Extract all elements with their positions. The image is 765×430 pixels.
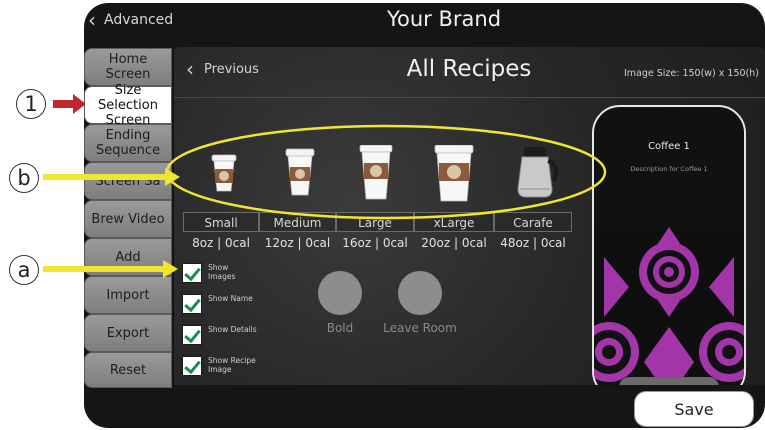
image-size-label: Image Size: 150(w) x 150(h) (623, 68, 759, 79)
checkbox-label: Show Details (208, 325, 257, 334)
small-cup-icon[interactable] (196, 145, 252, 205)
bold-button[interactable] (318, 271, 362, 315)
sidebar-item-label: Import (106, 287, 150, 303)
leave-room-button[interactable] (398, 271, 442, 315)
chevron-left-icon: ‹ (88, 8, 96, 32)
sidebar-item-label: Size Selection Screen (98, 82, 158, 128)
preview-coffee-name: Coffee 1 (648, 141, 690, 152)
size-name-xlarge[interactable]: xLarge (414, 212, 494, 232)
size-info-large: 16oz | 0cal (342, 236, 408, 250)
checkbox-label: Show Images (208, 263, 236, 281)
sidebar-item-label: Reset (109, 362, 147, 378)
brand-title: Your Brand (386, 7, 502, 31)
save-button[interactable]: Save (634, 391, 754, 427)
sidebar-item-label: Add (115, 249, 141, 265)
app-window: ‹ Advanced Your Brand Home Screen Size S… (84, 3, 765, 428)
size-name-large[interactable]: Large (336, 212, 414, 232)
back-label: Advanced (104, 12, 174, 28)
leave-room-label: Leave Room (383, 321, 457, 335)
xlarge-cup-icon[interactable] (426, 144, 482, 205)
sidebar-item-reset[interactable]: Reset (84, 352, 172, 388)
back-button[interactable]: ‹ Advanced (88, 10, 173, 30)
size-info-carafe: 48oz | 0cal (500, 236, 566, 250)
size-info-small: 8oz | 0cal (192, 236, 250, 250)
size-name-medium[interactable]: Medium (259, 212, 336, 232)
preview-coffee-description: Description for Coffee 1 (630, 165, 708, 173)
sidebar-item-screen-saver[interactable]: Screen Sa (84, 162, 172, 200)
medium-cup-icon[interactable] (272, 145, 328, 205)
sidebar-item-label: Ending Sequence (95, 128, 161, 158)
sidebar-item-export[interactable]: Export (84, 314, 172, 352)
size-name-carafe[interactable]: Carafe (494, 212, 572, 232)
show-name-option[interactable]: Show Name (182, 294, 258, 314)
sidebar-item-ending-sequence[interactable]: Ending Sequence (84, 124, 172, 162)
previous-label: Previous (204, 61, 259, 77)
previous-button[interactable]: ‹ Previous (186, 59, 259, 79)
size-info-medium: 12oz | 0cal (264, 236, 331, 250)
recipe-preview: Coffee 1 Description for Coffee 1 (592, 105, 746, 385)
callout-b: b (9, 163, 39, 193)
arrow-red-icon (53, 94, 86, 114)
show-details-checkbox[interactable] (182, 325, 202, 345)
callout-a: a (9, 255, 39, 285)
size-info-xlarge: 20oz | 0cal (421, 236, 487, 250)
carafe-icon[interactable] (508, 145, 564, 205)
show-name-checkbox[interactable] (182, 294, 202, 314)
sidebar-item-label: Screen Sa (95, 173, 161, 189)
sidebar-item-brew-video[interactable]: Brew Video (84, 200, 172, 238)
size-name-small[interactable]: Small (183, 212, 259, 232)
large-cup-icon[interactable] (348, 144, 404, 205)
sidebar-item-label: Brew Video (91, 211, 165, 227)
bold-label: Bold (326, 321, 354, 335)
show-recipe-image-option[interactable]: Show Recipe Image (182, 356, 258, 376)
sidebar-item-import[interactable]: Import (84, 276, 172, 314)
sidebar-item-size-selection[interactable]: Size Selection Screen (84, 83, 172, 128)
sidebar-item-home-screen[interactable]: Home Screen (84, 48, 172, 86)
sidebar-item-label: Export (106, 325, 150, 341)
chevron-left-icon: ‹ (186, 57, 194, 81)
callout-1: 1 (16, 89, 46, 119)
checkbox-label: Show Name (208, 294, 253, 303)
show-images-checkbox[interactable] (182, 263, 202, 283)
sidebar-item-label: Home Screen (105, 52, 151, 82)
top-bar: ‹ Advanced Your Brand (84, 3, 765, 41)
main-panel: ‹ Previous All Recipes Image Size: 150(w… (174, 47, 765, 385)
panel-header: ‹ Previous All Recipes Image Size: 150(w… (174, 47, 765, 98)
recipe-image-pattern (594, 227, 744, 385)
show-details-option[interactable]: Show Details (182, 325, 258, 345)
show-recipe-image-checkbox[interactable] (182, 356, 202, 376)
panel-title: All Recipes (406, 56, 532, 82)
show-images-option[interactable]: Show Images (182, 263, 258, 283)
checkbox-label: Show Recipe Image (208, 356, 256, 374)
sidebar-item-add[interactable]: Add (84, 238, 172, 276)
